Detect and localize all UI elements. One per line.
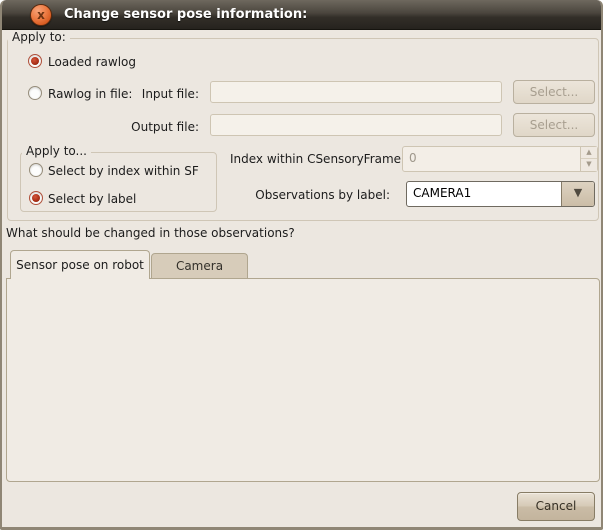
index-spinner[interactable]: 0 ▲ ▼ (402, 146, 598, 172)
index-within-label: Index within CSensoryFrame (230, 152, 390, 166)
output-file-field[interactable] (210, 114, 502, 136)
select-input-file-button[interactable]: Select... (513, 80, 595, 104)
dialog-window: x Change sensor pose information: Apply … (0, 0, 603, 530)
cancel-button[interactable]: Cancel (517, 492, 595, 521)
question-label: What should be changed in those observat… (6, 226, 295, 240)
select-output-file-button[interactable]: Select... (513, 113, 595, 137)
close-button[interactable]: x (30, 4, 52, 26)
radio-select-by-label-label[interactable]: Select by label (48, 192, 136, 206)
radio-loaded-rawlog[interactable] (28, 54, 42, 68)
output-file-label: Output file: (112, 120, 199, 134)
selection-group-label: Apply to... (22, 144, 91, 158)
tab-camera-parameters[interactable]: Camera parameters (151, 253, 248, 279)
radio-loaded-rawlog-label[interactable]: Loaded rawlog (48, 55, 136, 69)
radio-select-by-index-label[interactable]: Select by index within SF (48, 164, 199, 178)
observations-combobox-value: CAMERA1 (413, 186, 471, 200)
apply-to-group-label: Apply to: (8, 30, 70, 44)
sensor-pose-panel (6, 278, 600, 482)
input-file-label: Input file: (122, 87, 199, 101)
radio-select-by-label[interactable] (29, 191, 43, 205)
window-title: Change sensor pose information: (64, 0, 307, 30)
radio-rawlog-in-file-label[interactable]: Rawlog in file: (48, 87, 132, 101)
input-file-field[interactable] (210, 81, 502, 103)
spinner-up-icon[interactable]: ▲ (581, 147, 597, 159)
close-icon: x (37, 8, 45, 22)
radio-rawlog-in-file[interactable] (28, 86, 42, 100)
chevron-down-icon: ▼ (562, 186, 594, 199)
observations-by-label-label: Observations by label: (230, 188, 390, 202)
titlebar[interactable]: x Change sensor pose information: (0, 0, 603, 30)
combobox-dropdown-button[interactable]: ▼ (561, 182, 594, 206)
tab-sensor-pose[interactable]: Sensor pose on robot (10, 250, 150, 279)
spinner-down-icon[interactable]: ▼ (581, 159, 597, 171)
radio-select-by-index[interactable] (29, 163, 43, 177)
index-spinner-value: 0 (409, 151, 417, 165)
observations-combobox[interactable]: CAMERA1 ▼ (406, 181, 595, 207)
